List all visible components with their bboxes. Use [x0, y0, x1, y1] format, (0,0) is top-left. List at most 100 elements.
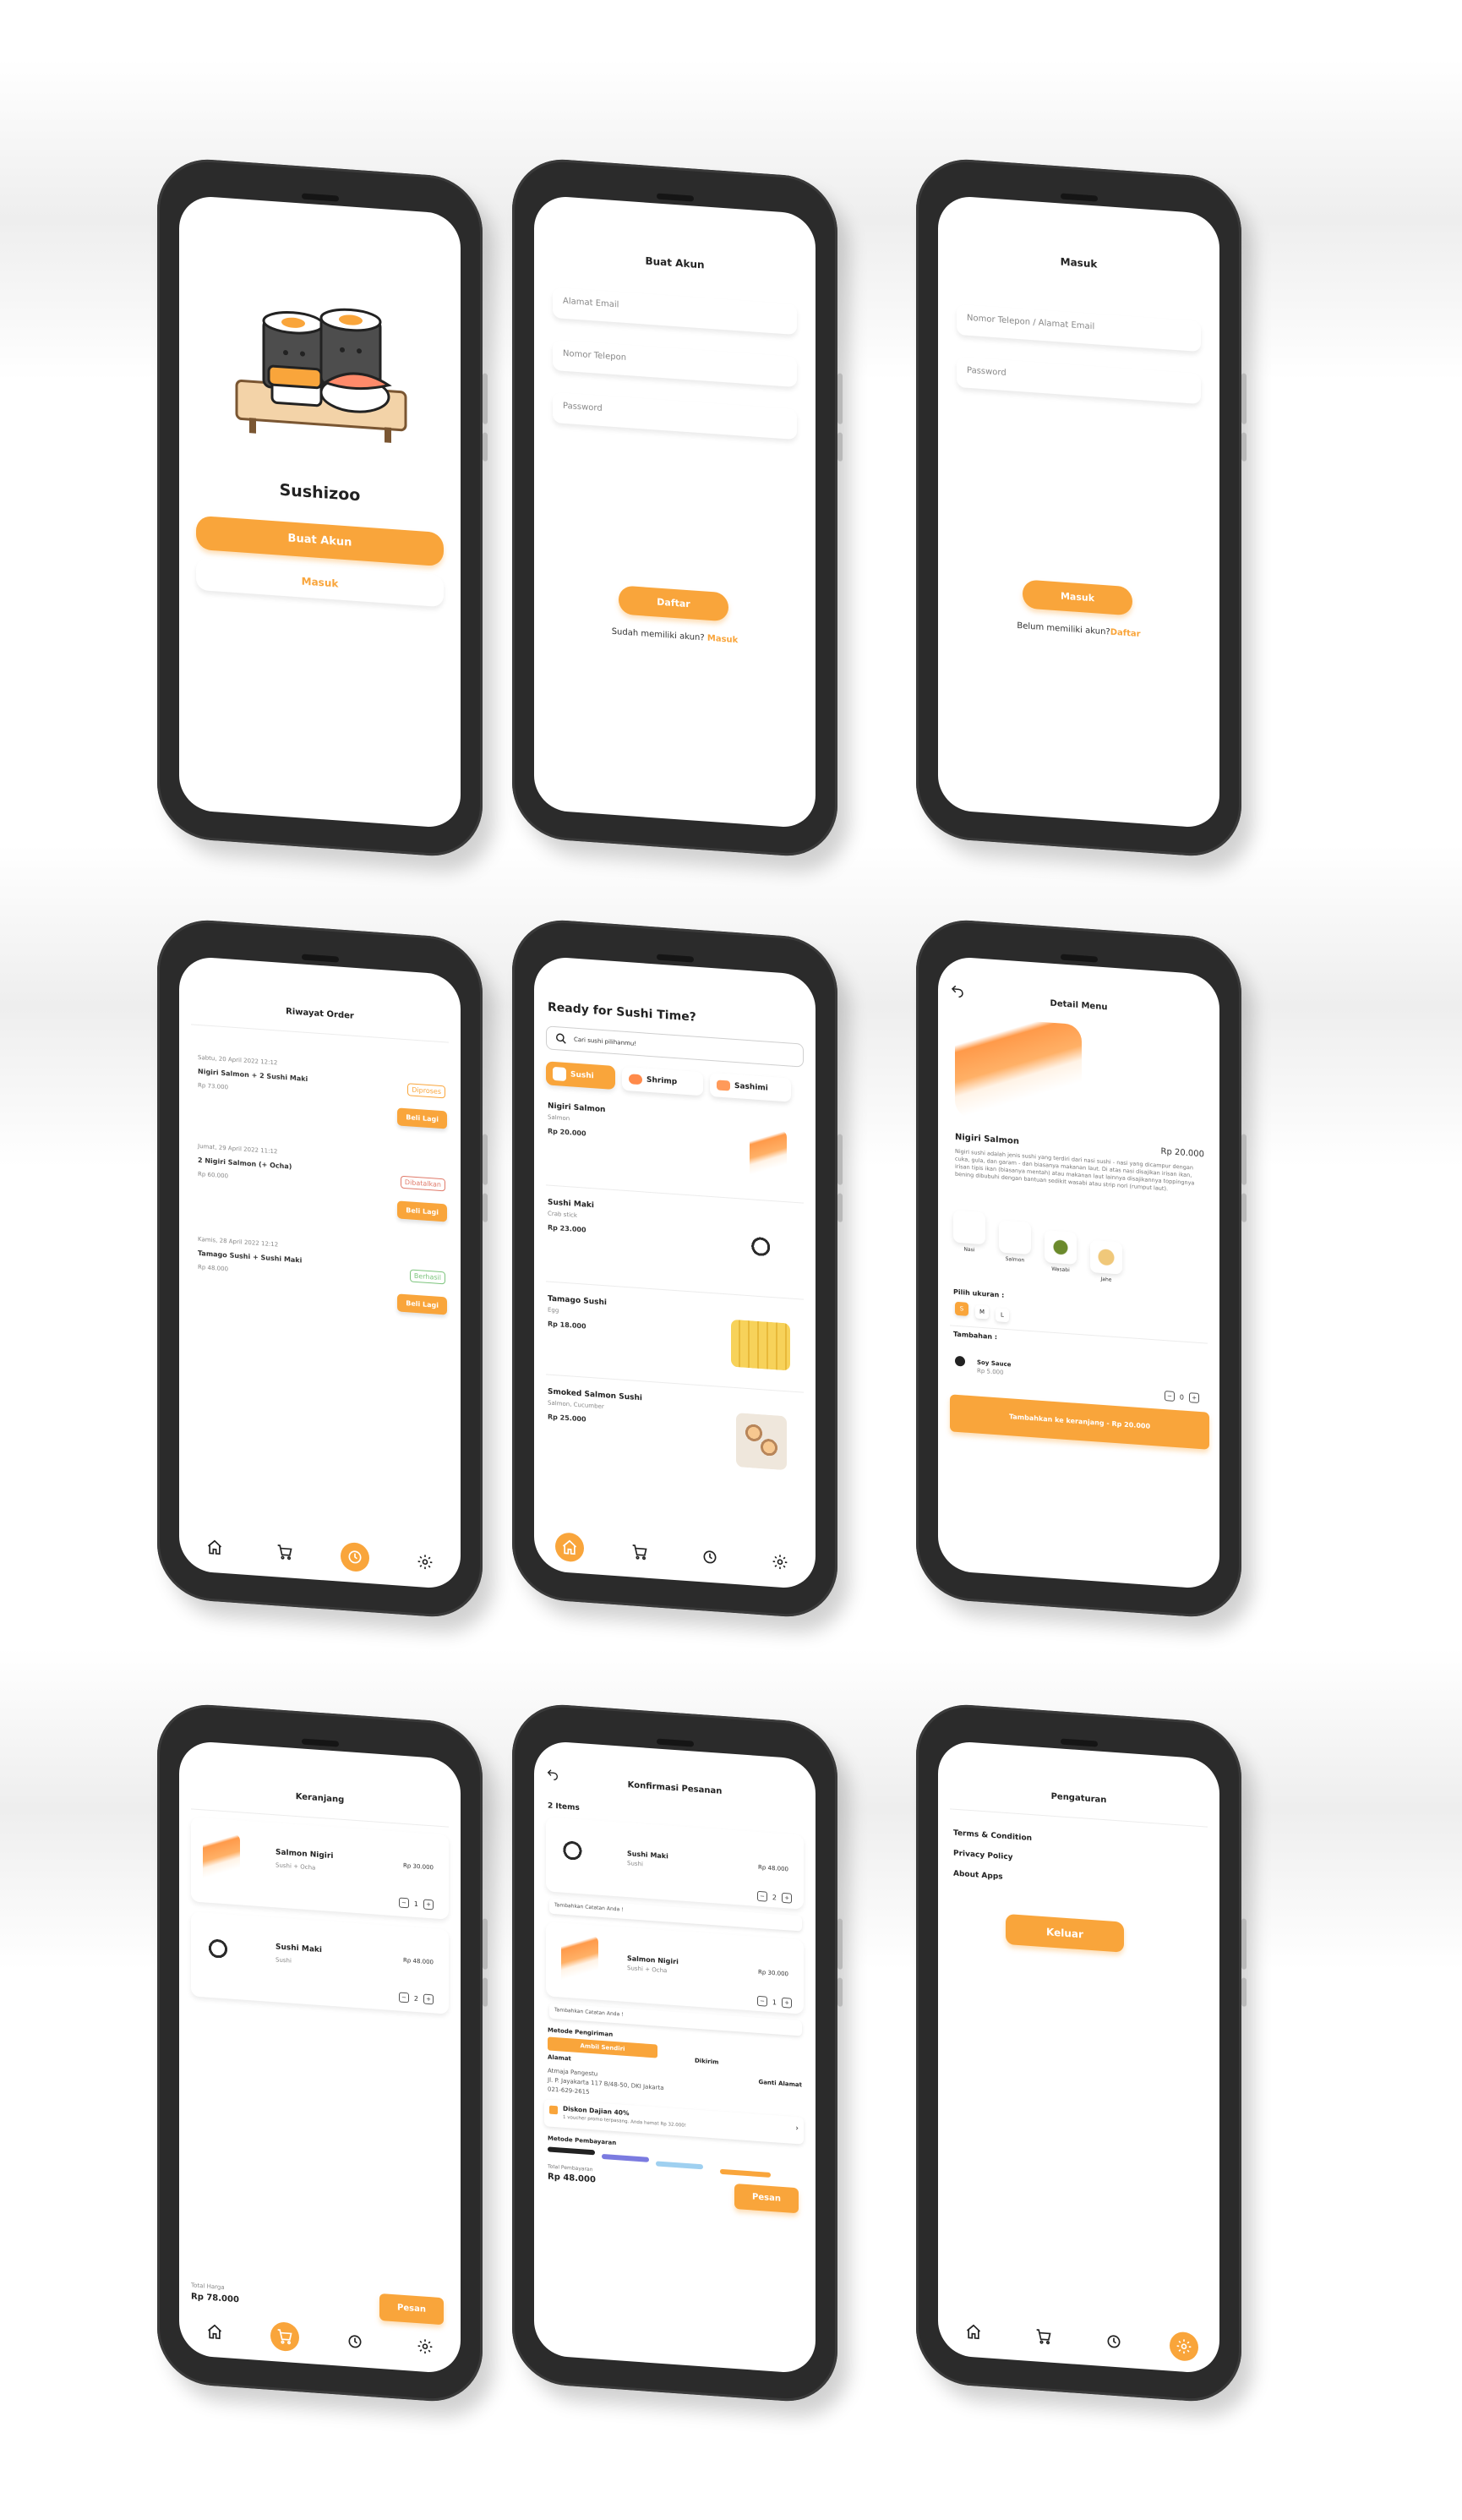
nav-history[interactable] — [696, 1542, 724, 1572]
qty-value: 2 — [413, 1994, 418, 2003]
confirm-order-button[interactable]: Pesan — [734, 2183, 799, 2214]
nav-home[interactable] — [200, 2316, 229, 2347]
minus-icon[interactable]: − — [756, 1995, 767, 2007]
minus-icon[interactable]: − — [398, 1992, 409, 2003]
menu-sub: Salmon — [548, 1113, 570, 1123]
change-address-link[interactable]: Ganti Alamat — [758, 2079, 802, 2089]
total-label: Total Harga — [191, 2282, 225, 2292]
plus-icon[interactable]: + — [782, 1997, 792, 2009]
menu-item[interactable]: Tamago Sushi Egg Rp 18.000 — [548, 1294, 607, 1331]
menu-item[interactable]: Smoked Salmon Sushi Salmon, Cucumber Rp … — [548, 1387, 642, 1427]
create-account-button[interactable]: Buat Akun — [196, 515, 444, 567]
login-button[interactable]: Masuk — [196, 558, 444, 607]
cart-item-image — [203, 1831, 240, 1889]
minus-icon[interactable]: − — [398, 1897, 409, 1909]
size-option-m[interactable]: M — [975, 1304, 989, 1320]
address-name: Atmaja Pangestu — [548, 2067, 598, 2078]
settings-item-about[interactable]: About Apps — [953, 1870, 1003, 1882]
minus-icon[interactable]: − — [1164, 1391, 1175, 1402]
nav-settings[interactable] — [411, 2331, 439, 2362]
category-label: Sushi — [570, 1070, 594, 1081]
history-screen: Riwayat Order Sabtu, 20 April 2022 12:12… — [179, 955, 461, 1590]
login-password-field[interactable]: Password — [957, 356, 1201, 405]
nav-settings[interactable] — [411, 1547, 439, 1577]
qty-stepper[interactable]: −1 + — [398, 1897, 434, 1910]
add-to-cart-button[interactable]: Tambahkan ke keranjang - Rp 20.000 — [950, 1394, 1209, 1450]
payment-option-light[interactable] — [656, 2161, 703, 2170]
settings-item-terms[interactable]: Terms & Condition — [953, 1829, 1032, 1844]
nav-home[interactable] — [959, 2316, 988, 2347]
nav-cart[interactable] — [1029, 2321, 1058, 2352]
cart-icon — [1036, 2329, 1051, 2345]
menu-price: Rp 23.000 — [548, 1223, 586, 1234]
cart-screen: Keranjang Salmon Nigiri Sushi + Ocha Rp … — [179, 1740, 461, 2375]
plus-icon[interactable]: + — [782, 1892, 792, 1904]
email-field[interactable]: Alamat Email — [553, 287, 797, 336]
menu-item[interactable]: Nigiri Salmon Salmon Rp 20.000 — [548, 1101, 605, 1139]
order-date: Kamis, 28 April 2022 12:12 — [198, 1235, 279, 1249]
size-option-s[interactable]: S — [955, 1301, 968, 1316]
category-sushi[interactable]: Sushi — [546, 1061, 615, 1091]
nav-home[interactable] — [554, 1532, 584, 1563]
register-button[interactable]: Daftar — [619, 585, 728, 622]
extra-price: Rp 5.000 — [977, 1367, 1004, 1376]
plus-icon[interactable]: + — [423, 1993, 434, 2005]
phone-welcome: Sushizoo Buat Akun Masuk — [157, 156, 488, 860]
login-id-field[interactable]: Nomor Telepon / Alamat Email — [957, 303, 1201, 353]
order-items: 2 Nigiri Salmon (+ Ocha) — [198, 1156, 292, 1171]
qty-stepper[interactable]: −1 + — [756, 1995, 792, 2009]
nav-cart[interactable] — [270, 2320, 299, 2353]
register-link[interactable]: Daftar — [1110, 628, 1141, 640]
menu-image — [731, 1319, 790, 1371]
login-submit-button[interactable]: Masuk — [1023, 579, 1132, 616]
promo-sub: 1 voucher promo terpasang. Anda hemat Rp… — [563, 2114, 686, 2129]
size-option-l[interactable]: L — [996, 1308, 1009, 1323]
confirm-item-image — [558, 1828, 607, 1886]
search-input[interactable]: Cari sushi pilihanmu! — [546, 1025, 804, 1068]
payment-option-orange[interactable] — [720, 2168, 771, 2178]
minus-icon[interactable]: − — [756, 1890, 767, 1902]
nav-settings[interactable] — [766, 1547, 794, 1577]
home-icon — [207, 1539, 221, 1555]
nav-history[interactable] — [341, 1541, 370, 1573]
cart-item-image — [203, 1926, 254, 1984]
login-link[interactable]: Masuk — [707, 634, 738, 646]
menu-sub: Crab stick — [548, 1210, 577, 1219]
ingredient-label: Nasi — [963, 1246, 975, 1254]
nav-home[interactable] — [200, 1532, 229, 1562]
reorder-button[interactable]: Beli Lagi — [397, 1293, 447, 1315]
menu-item[interactable]: Sushi Maki Crab stick Rp 23.000 — [548, 1198, 594, 1234]
nav-settings[interactable] — [1170, 2331, 1199, 2362]
nav-history[interactable] — [1099, 2326, 1128, 2357]
qty-value: 0 — [1179, 1392, 1184, 1402]
password-field[interactable]: Password — [553, 391, 797, 440]
plus-icon[interactable]: + — [423, 1899, 434, 1910]
nav-cart[interactable] — [625, 1537, 654, 1567]
reorder-button[interactable]: Beli Lagi — [397, 1107, 447, 1129]
category-shrimp[interactable]: Shrimp — [622, 1066, 703, 1096]
settings-item-privacy[interactable]: Privacy Policy — [953, 1850, 1013, 1862]
nav-cart[interactable] — [270, 1537, 299, 1567]
plus-icon[interactable]: + — [1189, 1392, 1199, 1403]
payment-option-dark[interactable] — [548, 2146, 595, 2156]
phone-field[interactable]: Nomor Telepon — [553, 339, 797, 388]
payment-option-blue[interactable] — [602, 2153, 649, 2162]
order-items: Nigiri Salmon + 2 Sushi Maki — [198, 1067, 308, 1084]
home-icon — [207, 2324, 221, 2340]
status-badge: Diproses — [407, 1083, 445, 1099]
logout-button[interactable]: Keluar — [1006, 1913, 1124, 1953]
delivery-option[interactable]: Dikirim — [695, 2058, 718, 2066]
qty-stepper[interactable]: −2 + — [398, 1992, 434, 2005]
history-icon — [348, 1550, 362, 1564]
confirm-item: Sushi Maki Sushi Rp 48.000 −2 + — [546, 1817, 804, 1910]
reorder-button[interactable]: Beli Lagi — [397, 1200, 447, 1222]
qty-stepper[interactable]: −2 + — [756, 1890, 792, 1904]
order-price: Rp 73.000 — [198, 1081, 229, 1091]
address-phone: 021-629-2615 — [548, 2085, 590, 2096]
category-sashimi[interactable]: Sashimi — [710, 1072, 791, 1102]
extra-qty-stepper[interactable]: −0 + — [1164, 1391, 1199, 1403]
ingredient-label: Wasabi — [1051, 1265, 1070, 1274]
nav-history[interactable] — [341, 2326, 369, 2357]
extra-label: Tambahan : — [953, 1330, 998, 1342]
confirm-screen: Konfirmasi Pesanan 2 Items Sushi Maki Su… — [534, 1740, 816, 2375]
